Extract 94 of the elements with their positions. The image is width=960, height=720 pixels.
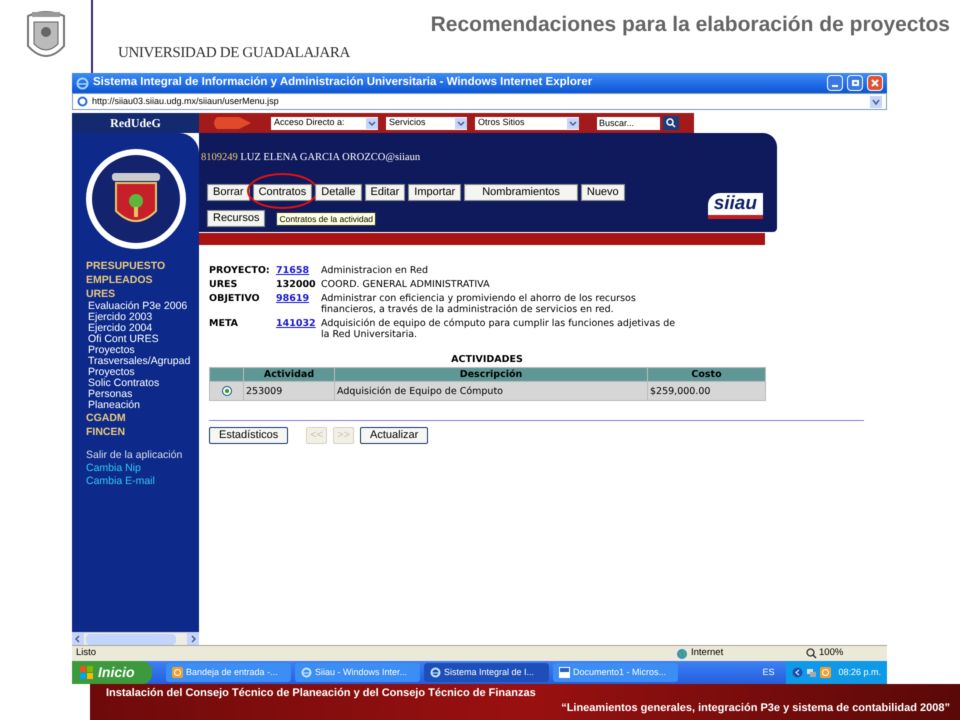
table-header-cell: Actividad (244, 368, 334, 382)
windows-logo-icon (80, 666, 94, 680)
sidebar-section[interactable]: PRESUPUESTO (86, 259, 199, 273)
siiau-logo: siiau (708, 193, 763, 219)
university-name: UNIVERSIDAD DE GUADALAJARA (118, 44, 350, 63)
window-title: Sistema Integral de Información y Administración Universitaria - Windows Internet Explorer (93, 75, 594, 90)
status-text: Listo (76, 646, 98, 660)
sidebar-section[interactable]: URES (86, 287, 199, 301)
action-button[interactable]: Contratos (252, 184, 312, 201)
dropdown-arrow-icon[interactable] (567, 118, 579, 128)
sidebar-section[interactable]: EMPLEADOS (86, 273, 199, 287)
field-label: META (209, 318, 240, 331)
action-button[interactable]: Importar (408, 184, 462, 201)
user-label: 8109249 LUZ ELENA GARCIA OROZCO@siiaun (201, 151, 422, 165)
site-logo: RedUdeG (110, 115, 161, 132)
close-icon (871, 79, 879, 87)
table-header-cell: Descripción (334, 368, 648, 382)
project-link[interactable]: 71658 (276, 265, 321, 276)
action-button[interactable]: Detalle (315, 184, 362, 201)
scroll-right-icon[interactable] (187, 633, 199, 645)
project-link[interactable]: 141032 (276, 318, 321, 340)
restore-button[interactable] (847, 75, 863, 91)
zoom-level[interactable]: 100% (819, 646, 844, 661)
security-zone: Internet (691, 646, 724, 660)
crest-icon (84, 147, 188, 251)
project-link[interactable]: 98619 (276, 293, 321, 315)
sidebar-item[interactable]: Trasversales/Agrupad (86, 356, 199, 367)
table-cell: 253009 (244, 382, 334, 400)
browser-icon (76, 76, 89, 90)
address-text: http://siiau03.siiau.udg.mx/siiaun/userMenu.jsp (92, 94, 280, 108)
document-icon (559, 667, 570, 678)
sidebar-item[interactable]: Solic Contratos (86, 378, 199, 389)
sidebar-item[interactable]: Evaluación P3e 2006 (86, 301, 199, 312)
search-field[interactable]: Buscar... (597, 116, 660, 130)
mail-icon (172, 667, 183, 678)
sidebar-item[interactable]: Ofi Cont URES (86, 334, 199, 345)
sidebar-link[interactable]: Cambia E-mail (86, 475, 199, 488)
field-value: Adquisición de equipo de cómputo para cumplir las funciones adjetivas de la Red Universitaria. (321, 318, 676, 340)
address-bar[interactable]: http://siiau03.siiau.udg.mx/siiaun/userMenu.jsp (72, 93, 887, 110)
sidebar-item[interactable]: Ejercido 2003 (86, 312, 199, 323)
search-button[interactable] (663, 116, 679, 130)
table-cell: Adquisición de Equipo de Cómputo (334, 382, 648, 400)
sidebar-item[interactable]: Ejercido 2004 (86, 323, 199, 334)
browser-icon (301, 667, 312, 678)
action-button[interactable]: Nombramientos (464, 184, 578, 201)
start-button[interactable]: Inicio (72, 661, 152, 684)
sidebar-item[interactable]: Planeación (86, 400, 199, 411)
radio-button[interactable] (222, 386, 232, 396)
field-value: Administrar con eficiencia y promiviendo el ahorro de los recursos financieros, a través de la administración de servicios en red. (321, 293, 637, 315)
close-button[interactable] (867, 75, 883, 91)
dropdown-arrow-icon[interactable] (455, 118, 467, 128)
zoom-icon (806, 648, 817, 659)
field-label: URES (209, 279, 238, 290)
table-title: ACTIVIDADES (450, 354, 524, 365)
sidebar-section[interactable]: FINCEN (86, 425, 199, 439)
slide-title: Recomendaciones para la elaboración de proyectos (430, 12, 950, 38)
nav-button[interactable]: Actualizar (360, 427, 428, 444)
taskbar-button[interactable]: Sistema Integral de I... (424, 663, 549, 682)
field-label: OBJETIVO (209, 293, 261, 306)
nav-button[interactable]: Estadísticos (209, 427, 288, 444)
action-button[interactable]: Recursos (207, 210, 266, 227)
sidebar-link[interactable]: Salir de la aplicación (86, 449, 199, 462)
sidebar-section[interactable]: CGADM (86, 411, 199, 425)
browser-icon (430, 667, 441, 678)
action-button[interactable]: Nuevo (580, 184, 625, 201)
field-code: 132000 (276, 279, 317, 290)
sidebar-link[interactable]: Cambia Nip (86, 462, 199, 475)
dropdown-arrow-icon[interactable] (366, 118, 378, 128)
table-cell: $259,000.00 (648, 382, 766, 400)
sidebar-item[interactable]: Proyectos (86, 367, 199, 378)
action-button[interactable]: Borrar (207, 184, 250, 201)
field-value: COORD. GENERAL ADMINISTRATIVA (321, 279, 491, 290)
minimize-button[interactable] (827, 75, 843, 91)
sidebar-item[interactable]: Personas (86, 389, 199, 400)
globe-icon (676, 648, 688, 660)
dropdown-field[interactable]: Otros Sitios (475, 116, 579, 130)
field-label: PROYECTO: (209, 265, 271, 276)
scroll-thumb[interactable] (86, 634, 176, 644)
mail-icon[interactable] (820, 667, 832, 678)
clock: 08:26 p.m. (838, 666, 881, 679)
horizontal-scrollbar[interactable] (72, 632, 199, 645)
sidebar-item[interactable]: Proyectos (86, 345, 199, 356)
tooltip: Contratos de la actividad (276, 212, 376, 226)
scroll-left-icon[interactable] (72, 633, 84, 645)
page-icon (77, 96, 88, 107)
action-button[interactable]: Editar (364, 184, 406, 201)
presentation-subtitle: “Lineamientos generales, integración P3e y sistema de contabilidad 2008” (561, 701, 950, 716)
event-title: Instalación del Consejo Técnico de Planeación y del Consejo Técnico de Finanzas (106, 686, 536, 701)
language-indicator[interactable]: ES (762, 666, 774, 680)
table-header-cell: Costo (648, 368, 766, 382)
dropdown-field[interactable]: Acceso Directo a: (271, 116, 378, 130)
tray-icon[interactable] (792, 667, 804, 678)
field-value: Administracion en Red (321, 265, 429, 276)
dropdown-field[interactable]: Servicios (386, 116, 467, 130)
